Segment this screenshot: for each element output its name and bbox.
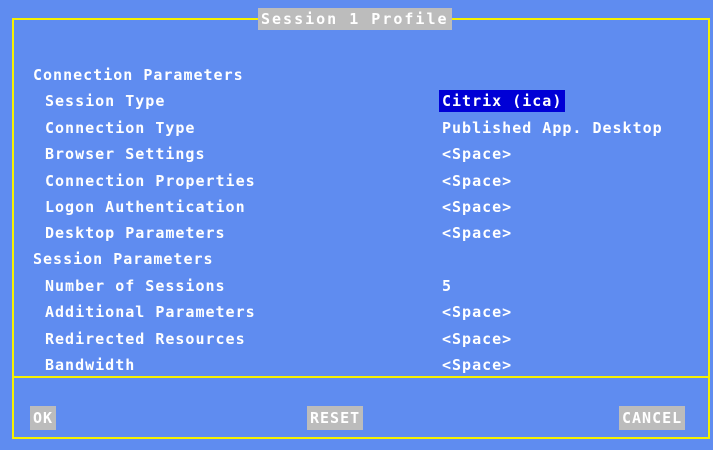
connection-properties-value[interactable]: <Space>: [442, 172, 512, 190]
bandwidth-label: Bandwidth: [45, 356, 136, 374]
connection-parameters-heading: Connection Parameters: [33, 66, 244, 84]
logon-authentication-label: Logon Authentication: [45, 198, 246, 216]
additional-parameters-label: Additional Parameters: [45, 303, 256, 321]
additional-parameters-value[interactable]: <Space>: [442, 303, 512, 321]
redirected-resources-label: Redirected Resources: [45, 330, 246, 348]
connection-type-label: Connection Type: [45, 119, 196, 137]
session-type-label: Session Type: [45, 92, 166, 110]
browser-settings-label: Browser Settings: [45, 145, 206, 163]
reset-button[interactable]: RESET: [307, 406, 364, 430]
ok-button[interactable]: OK: [30, 406, 57, 430]
redirected-resources-value[interactable]: <Space>: [442, 330, 512, 348]
desktop-parameters-label: Desktop Parameters: [45, 224, 226, 242]
connection-properties-label: Connection Properties: [45, 172, 256, 190]
session-parameters-heading: Session Parameters: [33, 250, 214, 268]
connection-type-value[interactable]: Published App. Desktop: [442, 119, 663, 137]
bandwidth-value[interactable]: <Space>: [442, 356, 512, 374]
button-bar-divider: [14, 376, 708, 378]
dialog-title: Session 1 Profile: [258, 8, 452, 30]
logon-authentication-value[interactable]: <Space>: [442, 198, 512, 216]
session-profile-screen: Session 1 Profile Connection Parameters …: [0, 0, 713, 450]
number-of-sessions-value[interactable]: 5: [442, 277, 452, 295]
browser-settings-value[interactable]: <Space>: [442, 145, 512, 163]
session-type-value[interactable]: Citrix (ica): [439, 90, 566, 112]
cancel-button[interactable]: CANCEL: [619, 406, 686, 430]
desktop-parameters-value[interactable]: <Space>: [442, 224, 512, 242]
number-of-sessions-label: Number of Sessions: [45, 277, 226, 295]
